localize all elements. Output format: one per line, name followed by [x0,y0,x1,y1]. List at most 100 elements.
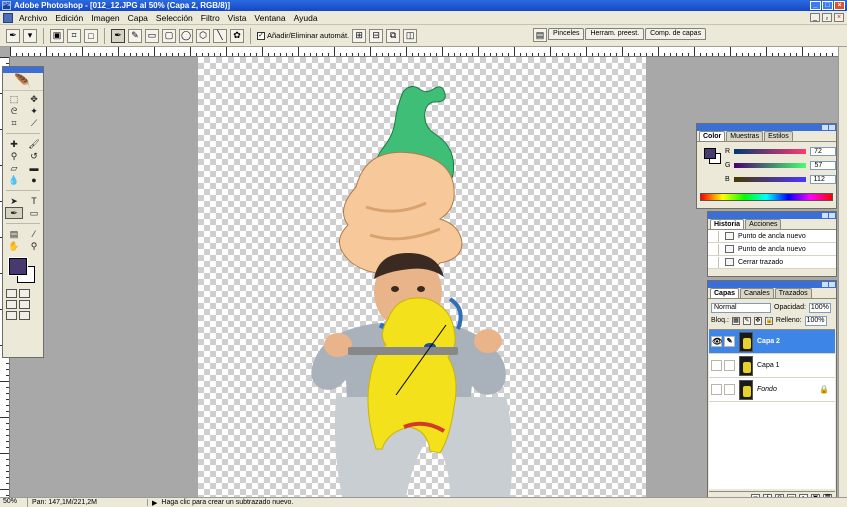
line-shape-icon[interactable]: ╲ [213,28,227,43]
palette-header[interactable] [708,212,836,219]
opacity-field[interactable]: 100% [808,302,831,313]
standard-mode-icon[interactable] [6,289,17,298]
b-slider[interactable] [733,176,806,182]
brush-tool-icon[interactable]: 🖌 [25,138,43,150]
foreground-color-swatch[interactable] [8,257,28,276]
tab-herramientas-preestablecidas[interactable]: Herram. preest. [585,28,645,40]
polygon-shape-icon[interactable]: ⬡ [196,28,210,43]
eye-icon[interactable] [711,360,722,371]
blend-mode-select[interactable]: Normal [711,302,771,313]
slice-tool-icon[interactable]: ⟋ [25,117,43,129]
magic-wand-icon[interactable]: ✦ [25,105,43,117]
doc-minimize-button[interactable]: _ [810,13,820,22]
b-value-field[interactable]: 112 [809,174,836,184]
intersect-path-icon[interactable]: ⧉ [386,28,401,43]
menu-filtro[interactable]: Filtro [197,13,224,23]
tab-trazados[interactable]: Trazados [774,288,812,298]
palette-foreground-swatch[interactable] [704,148,716,159]
tab-color[interactable]: Color [699,131,726,141]
pen-mode-icon[interactable]: ✒ [111,28,125,43]
menu-ayuda[interactable]: Ayuda [290,13,322,23]
history-item[interactable]: Cerrar trazado [708,256,836,269]
ruler-horizontal[interactable] [10,47,838,57]
shape-tool-icon[interactable]: ▭ [25,207,43,219]
ellipse-shape-icon[interactable]: ◯ [179,28,193,43]
menu-imagen[interactable]: Imagen [87,13,123,23]
layer-row-capa-2[interactable]: 👁 ✎ Capa 2 [709,330,835,354]
link-icon[interactable] [724,384,735,395]
marquee-tool-icon[interactable]: ⬚ [5,93,23,105]
palette-header[interactable] [708,281,836,288]
eraser-tool-icon[interactable]: ▱ [5,162,23,174]
blur-tool-icon[interactable]: 💧 [5,174,23,186]
auto-add-delete-checkbox[interactable]: ✓ Añadir/Eliminar automát. [257,31,349,40]
move-tool-icon[interactable]: ✥ [25,93,43,105]
menu-vista[interactable]: Vista [224,13,251,23]
file-browser-icon[interactable]: ▤ [533,28,547,42]
link-icon[interactable] [724,360,735,371]
layer-row-capa-1[interactable]: Capa 1 [709,354,835,378]
history-item[interactable]: Punto de ancla nuevo [708,243,836,256]
document-icon[interactable] [3,12,13,23]
r-value-field[interactable]: 72 [810,146,837,156]
doc-close-button[interactable]: × [834,13,844,22]
subtract-path-icon[interactable]: ⊟ [369,28,384,43]
tab-pinceles[interactable]: Pinceles [548,28,585,40]
freeform-pen-icon[interactable]: ✎ [128,28,142,43]
menu-archivo[interactable]: Archivo [15,13,51,23]
zoom-level[interactable]: 50% [0,498,28,507]
tab-canales[interactable]: Canales [740,288,774,298]
path-selection-icon[interactable]: ➤ [5,195,23,207]
notes-tool-icon[interactable]: ▤ [5,228,23,240]
pen-tool-preset-icon[interactable]: ✒ [6,28,20,43]
doc-restore-button[interactable]: ₂ [822,13,832,22]
g-slider[interactable] [734,162,807,168]
gradient-tool-icon[interactable]: ▬ [25,162,43,174]
history-item[interactable]: Punto de ancla nuevo [708,230,836,243]
eye-icon[interactable]: 👁 [711,336,722,347]
quick-mask-icon[interactable] [19,289,30,298]
r-slider[interactable] [734,148,807,154]
fill-field[interactable]: 100% [804,315,827,326]
layer-row-fondo[interactable]: Fondo 🔒 [709,378,835,402]
lock-transparency-icon[interactable]: ▦ [731,316,740,325]
menu-capa[interactable]: Capa [124,13,152,23]
screen-mode-full-icon[interactable] [19,300,30,309]
type-tool-icon[interactable]: T [25,195,43,207]
rectangle-shape-icon[interactable]: ▭ [145,28,159,43]
pen-tool-icon[interactable]: ✒ [5,207,23,219]
lock-all-icon[interactable]: 🔒 [764,316,773,325]
paths-mode-icon[interactable]: ⌗ [67,28,81,43]
edit-in-imageready-icon[interactable] [19,311,30,320]
jump-to-imageready-icon[interactable] [6,311,17,320]
dodge-tool-icon[interactable]: ● [25,174,43,186]
add-to-path-icon[interactable]: ⊞ [352,28,367,43]
history-brush-icon[interactable]: ↺ [25,150,43,162]
shape-layers-icon[interactable]: ▣ [50,28,64,43]
document-canvas[interactable] [198,57,646,497]
custom-shape-icon[interactable]: ✿ [230,28,244,43]
vertical-scrollbar[interactable] [838,47,847,497]
menu-ventana[interactable]: Ventana [250,13,289,23]
crop-tool-icon[interactable]: ⌗ [5,117,23,129]
preset-dropdown-icon[interactable]: ▾ [23,28,37,43]
tab-estilos[interactable]: Estilos [764,131,793,141]
palette-header[interactable] [697,124,836,131]
zoom-tool-icon[interactable]: ⚲ [25,240,43,252]
minimize-button[interactable]: _ [810,1,821,10]
hand-tool-icon[interactable]: ✋ [5,240,23,252]
healing-brush-icon[interactable]: ✚ [5,138,23,150]
close-button[interactable]: × [834,1,845,10]
adobe-feather-icon[interactable]: 🪶 [3,73,43,91]
tab-capas[interactable]: Capas [710,288,740,298]
lock-position-icon[interactable]: ✥ [753,316,762,325]
checkbox-box[interactable]: ✓ [257,31,265,40]
rounded-rectangle-icon[interactable]: ▢ [162,28,176,43]
g-value-field[interactable]: 57 [810,160,837,170]
tab-acciones[interactable]: Acciones [745,219,782,229]
color-spectrum-ramp[interactable] [700,193,833,201]
menu-edicion[interactable]: Edición [51,13,87,23]
menu-seleccion[interactable]: Selección [152,13,197,23]
lock-image-icon[interactable]: ✎ [742,316,751,325]
fill-pixels-icon[interactable]: □ [84,28,98,43]
